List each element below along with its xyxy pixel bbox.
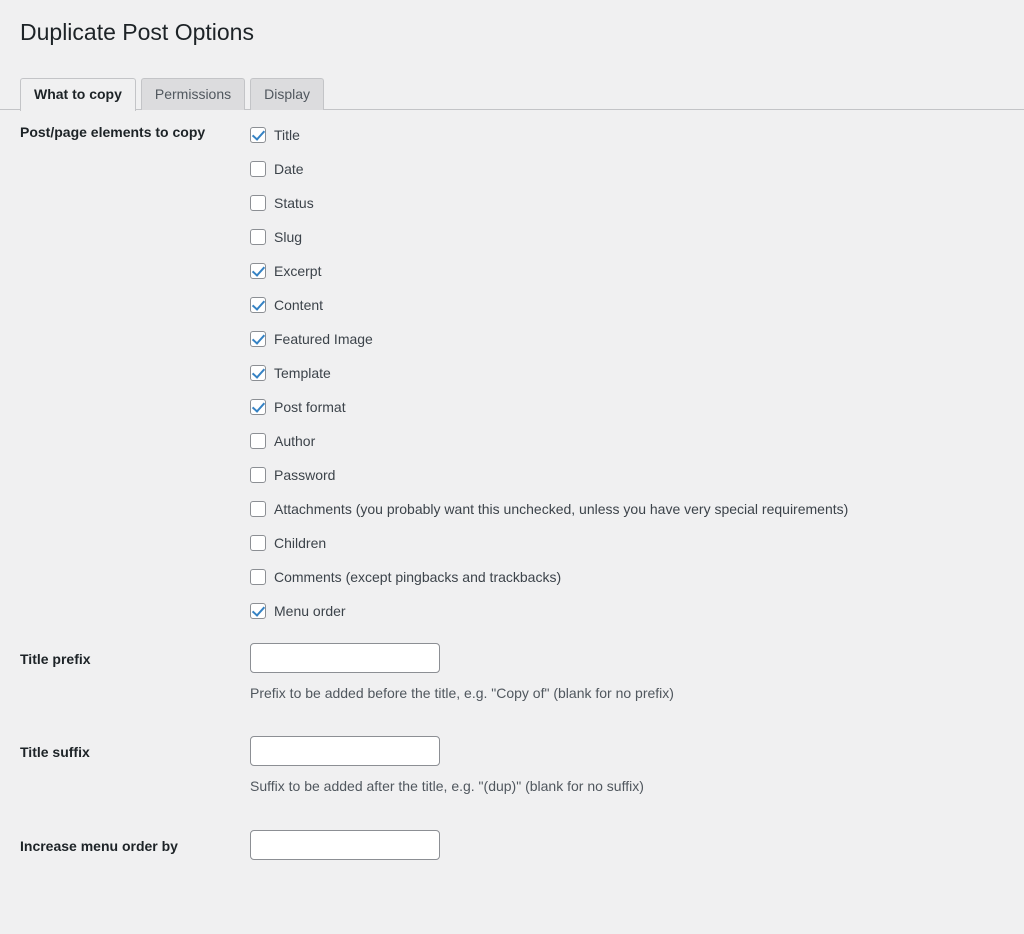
checkbox-row-children[interactable]: Children (250, 526, 1014, 560)
checkbox-label-children[interactable]: Children (274, 534, 326, 552)
tab-what-to-copy[interactable]: What to copy (20, 78, 136, 111)
tab-bar: What to copy Permissions Display (0, 77, 1024, 110)
checkbox-template[interactable] (250, 365, 266, 381)
checkbox-label-title[interactable]: Title (274, 126, 300, 144)
tab-display[interactable]: Display (250, 78, 324, 110)
checkbox-slug[interactable] (250, 229, 266, 245)
options-form-table: Post/page elements to copy Title Date (0, 110, 1024, 875)
label-title-suffix: Title suffix (0, 721, 240, 815)
checkbox-row-featured-image[interactable]: Featured Image (250, 322, 1014, 356)
checkbox-label-excerpt[interactable]: Excerpt (274, 262, 321, 280)
checkbox-label-date[interactable]: Date (274, 160, 304, 178)
checkbox-label-status[interactable]: Status (274, 194, 314, 212)
tab-display-label: Display (264, 87, 310, 101)
checkbox-attachments[interactable] (250, 501, 266, 517)
checkbox-children[interactable] (250, 535, 266, 551)
checkbox-excerpt[interactable] (250, 263, 266, 279)
checkbox-label-content[interactable]: Content (274, 296, 323, 314)
title-suffix-description: Suffix to be added after the title, e.g.… (250, 777, 1014, 797)
checkbox-row-date[interactable]: Date (250, 152, 1014, 186)
checkbox-label-author[interactable]: Author (274, 432, 315, 450)
checkbox-content[interactable] (250, 297, 266, 313)
title-suffix-input[interactable] (250, 736, 440, 766)
row-post-elements: Post/page elements to copy Title Date (0, 110, 1024, 628)
row-title-suffix: Title suffix Suffix to be added after th… (0, 721, 1024, 815)
checkbox-row-excerpt[interactable]: Excerpt (250, 254, 1014, 288)
cell-title-suffix: Suffix to be added after the title, e.g.… (240, 721, 1024, 815)
row-title-prefix: Title prefix Prefix to be added before t… (0, 628, 1024, 722)
checkbox-title[interactable] (250, 127, 266, 143)
checkbox-label-comments[interactable]: Comments (except pingbacks and trackback… (274, 568, 561, 586)
checkbox-label-template[interactable]: Template (274, 364, 331, 382)
checkbox-label-attachments[interactable]: Attachments (you probably want this unch… (274, 500, 848, 518)
title-prefix-input[interactable] (250, 643, 440, 673)
checkbox-row-comments[interactable]: Comments (except pingbacks and trackback… (250, 560, 1014, 594)
tab-list: What to copy Permissions Display (20, 77, 1024, 110)
options-page: Duplicate Post Options What to copy Perm… (0, 0, 1024, 934)
checkbox-row-template[interactable]: Template (250, 356, 1014, 390)
checkbox-row-attachments[interactable]: Attachments (you probably want this unch… (250, 492, 1014, 526)
checkbox-row-menu-order[interactable]: Menu order (250, 594, 1014, 628)
cell-increase-menu-order (240, 815, 1024, 875)
checkbox-label-menu-order[interactable]: Menu order (274, 602, 346, 620)
checkbox-label-password[interactable]: Password (274, 466, 335, 484)
tab-permissions-label: Permissions (155, 87, 231, 101)
checkbox-label-featured-image[interactable]: Featured Image (274, 330, 373, 348)
checkbox-menu-order[interactable] (250, 603, 266, 619)
checkbox-row-title[interactable]: Title (250, 118, 1014, 152)
checkbox-comments[interactable] (250, 569, 266, 585)
checkbox-featured-image[interactable] (250, 331, 266, 347)
checkbox-row-author[interactable]: Author (250, 424, 1014, 458)
checkbox-date[interactable] (250, 161, 266, 177)
increase-menu-order-input[interactable] (250, 830, 440, 860)
row-increase-menu-order: Increase menu order by (0, 815, 1024, 875)
checkbox-author[interactable] (250, 433, 266, 449)
label-title-prefix: Title prefix (0, 628, 240, 722)
cell-post-elements: Title Date Status Slug (240, 110, 1024, 628)
title-prefix-description: Prefix to be added before the title, e.g… (250, 684, 1014, 704)
checkbox-row-slug[interactable]: Slug (250, 220, 1014, 254)
checkbox-row-content[interactable]: Content (250, 288, 1014, 322)
post-elements-checkbox-list: Title Date Status Slug (250, 118, 1014, 628)
checkbox-row-post-format[interactable]: Post format (250, 390, 1014, 424)
tab-permissions[interactable]: Permissions (141, 78, 245, 110)
checkbox-row-password[interactable]: Password (250, 458, 1014, 492)
checkbox-post-format[interactable] (250, 399, 266, 415)
tab-what-to-copy-label: What to copy (34, 87, 122, 101)
checkbox-label-post-format[interactable]: Post format (274, 398, 346, 416)
label-increase-menu-order: Increase menu order by (0, 815, 240, 875)
checkbox-password[interactable] (250, 467, 266, 483)
checkbox-label-slug[interactable]: Slug (274, 228, 302, 246)
checkbox-status[interactable] (250, 195, 266, 211)
label-post-elements: Post/page elements to copy (0, 110, 240, 628)
cell-title-prefix: Prefix to be added before the title, e.g… (240, 628, 1024, 722)
checkbox-row-status[interactable]: Status (250, 186, 1014, 220)
page-title: Duplicate Post Options (0, 0, 1024, 48)
